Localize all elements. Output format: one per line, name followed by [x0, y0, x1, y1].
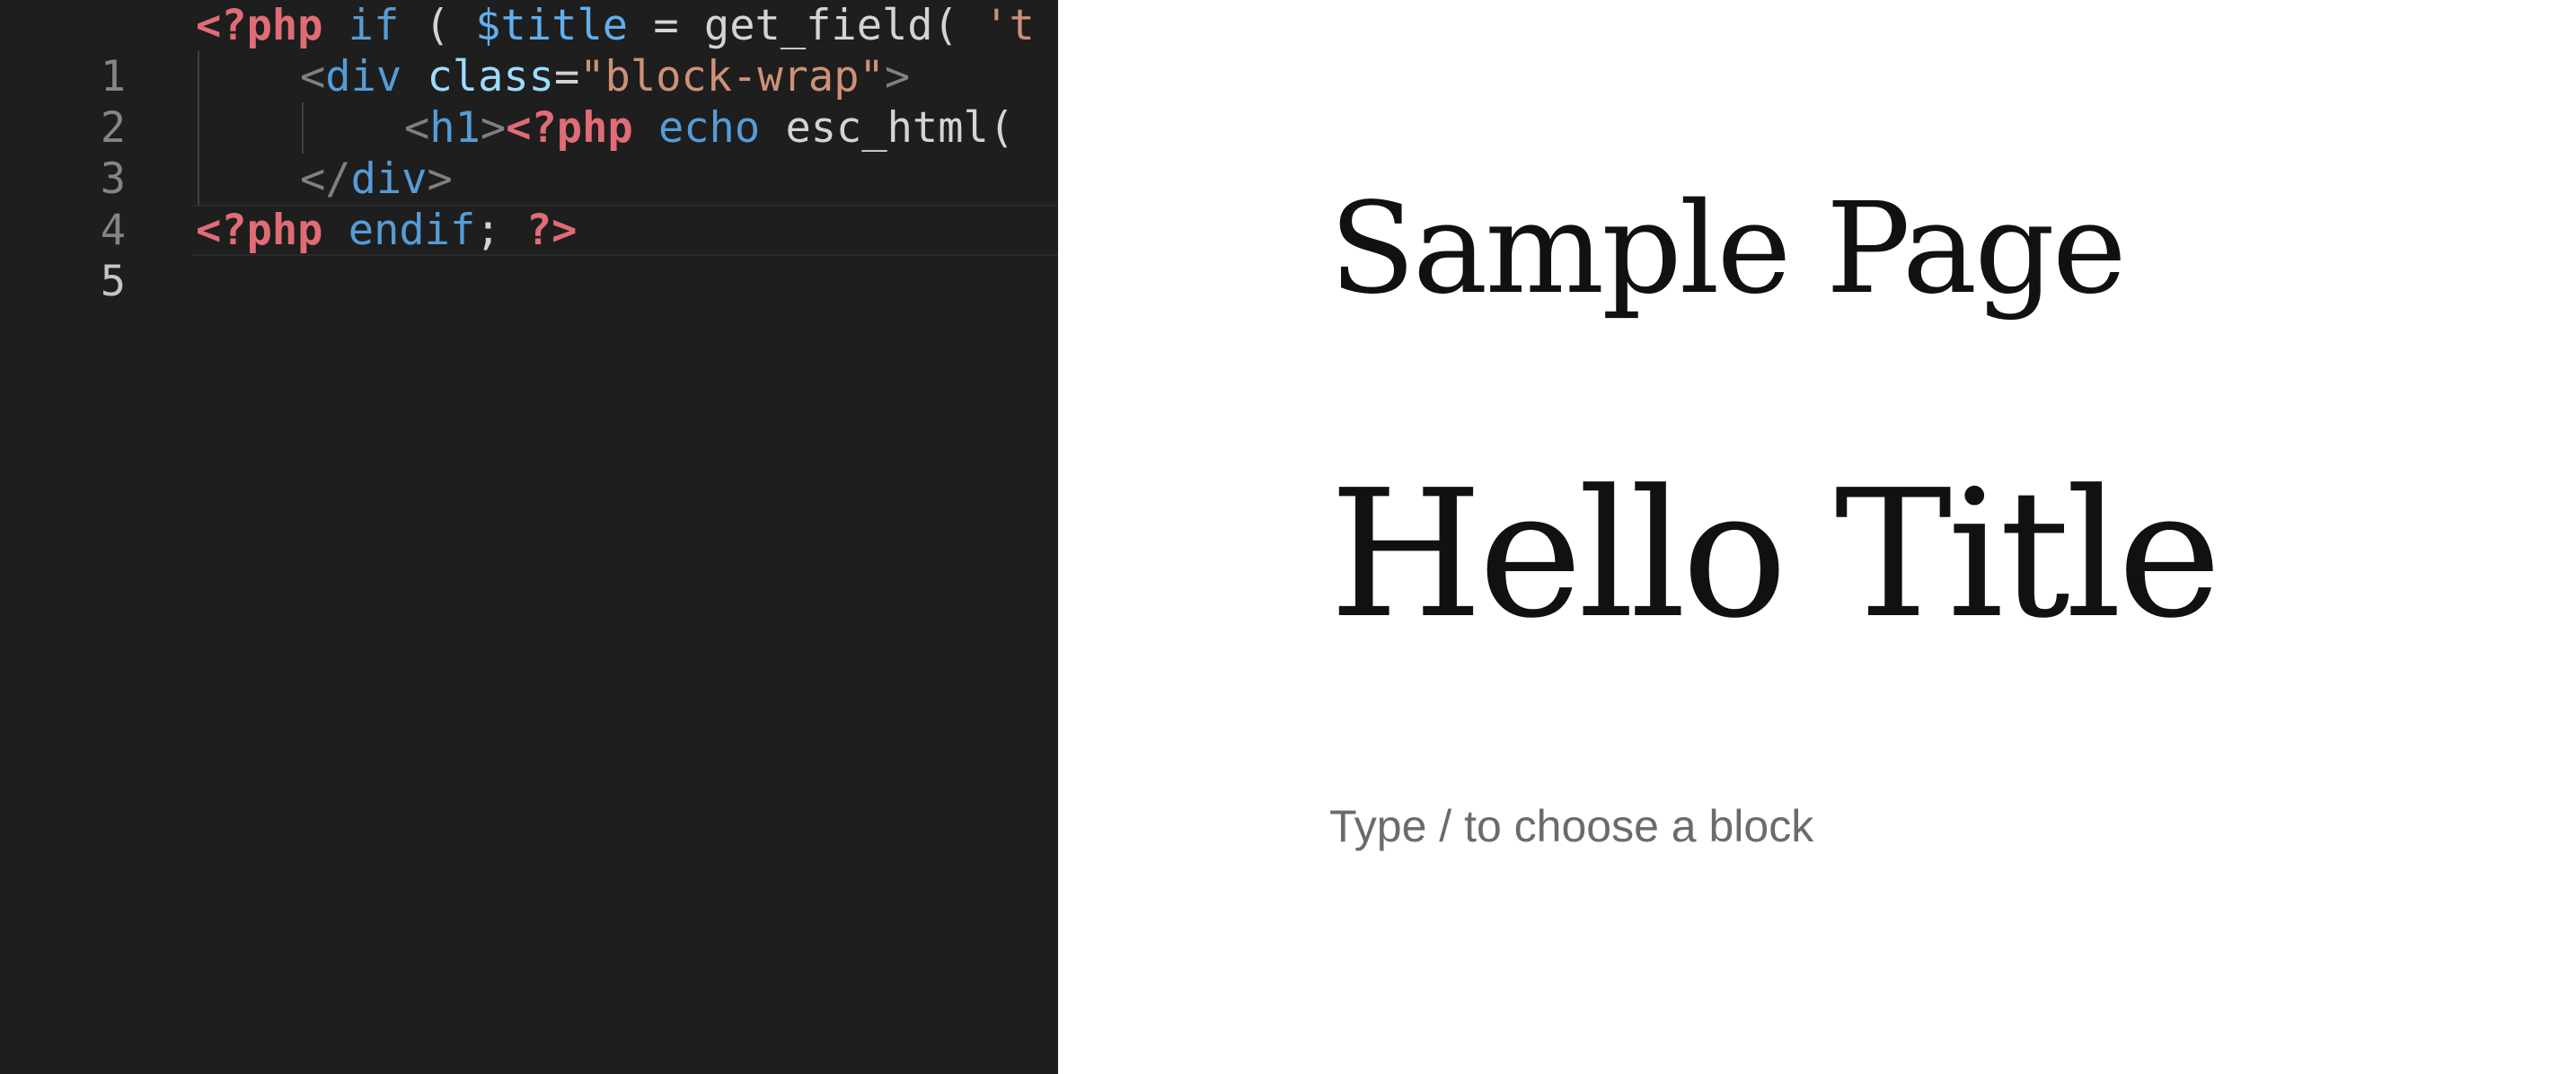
tag-bracket: > [427, 154, 453, 204]
tag-bracket: < [300, 52, 326, 101]
php-open-tag: <?php [506, 103, 633, 153]
code-line-active[interactable]: 5 <?php endif; ?> [0, 205, 1058, 306]
attribute-name: class [427, 52, 554, 101]
tag-bracket: > [884, 52, 911, 101]
code-punctuation: = [553, 52, 580, 101]
php-open-tag: <?php [196, 206, 323, 255]
string-literal: 't [984, 1, 1035, 50]
code-text: <h1><?php echo esc_html( [404, 102, 1014, 154]
app-root: 1 <?php if ( $title = get_field( 't 2 <d… [0, 0, 2576, 1074]
line-number: 5 [100, 257, 126, 306]
tag-name: div [325, 52, 402, 101]
function-call: esc_html( [760, 103, 1015, 153]
function-call: = get_field( [628, 1, 984, 50]
code-line[interactable]: 4 </div> [0, 154, 1058, 255]
keyword-if: if [322, 1, 400, 50]
variable-title: $title [475, 1, 629, 50]
tag-name: div [350, 154, 428, 204]
code-text: </div> [300, 154, 453, 205]
tag-bracket: > [480, 103, 507, 153]
code-line[interactable]: 2 <div class="block-wrap"> [0, 51, 1058, 153]
heading-block[interactable]: Hello Title [1329, 456, 2221, 654]
keyword-echo: echo [632, 103, 761, 153]
code-text: <?php endif; ?> [196, 205, 577, 256]
code-line[interactable]: 3 <h1><?php echo esc_html( [0, 102, 1058, 204]
keyword-endif: endif [322, 206, 476, 255]
code-text: <div class="block-wrap"> [300, 51, 910, 102]
page-title[interactable]: Sample Page [1329, 178, 2127, 321]
php-close-tag: ?> [525, 206, 578, 255]
code-line[interactable]: 1 <?php if ( $title = get_field( 't [0, 0, 1058, 101]
block-appender-placeholder[interactable]: Type / to choose a block [1329, 797, 1813, 855]
code-editor[interactable]: 1 <?php if ( $title = get_field( 't 2 <d… [0, 0, 1058, 1074]
code-text: <?php if ( $title = get_field( 't [196, 0, 1035, 51]
php-open-tag: <?php [196, 1, 323, 50]
tag-bracket: < [404, 103, 430, 153]
tag-bracket: </ [300, 154, 351, 204]
code-punctuation: ( [399, 1, 476, 50]
attribute-value: "block-wrap" [579, 52, 885, 101]
code-punctuation: ; [475, 206, 526, 255]
tag-name: h1 [429, 103, 481, 153]
editor-canvas: Sample Page Hello Title Type / to choose… [1058, 0, 2576, 1074]
